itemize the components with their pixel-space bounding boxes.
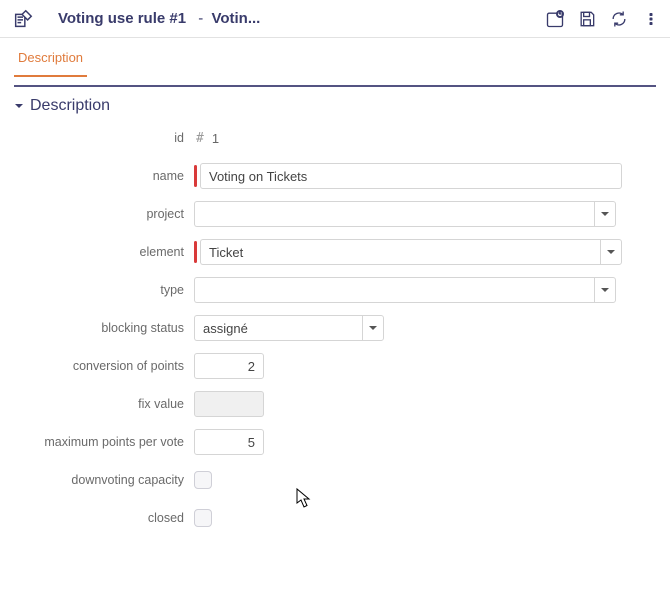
name-input[interactable] — [200, 163, 622, 189]
blocking-status-select[interactable] — [194, 315, 384, 341]
type-select-face[interactable] — [194, 277, 594, 303]
tab-strip: Description — [0, 38, 670, 77]
row-conversion-of-points: conversion of points — [14, 351, 656, 381]
title-main: Voting use rule #1 — [58, 10, 186, 27]
schedule-button[interactable] — [544, 8, 566, 30]
tab-description[interactable]: Description — [14, 50, 87, 77]
row-id: id # 1 — [14, 123, 656, 153]
label-id: id — [14, 131, 194, 145]
fix-value-input — [194, 391, 264, 417]
downvoting-capacity-checkbox[interactable] — [194, 471, 212, 489]
row-blocking-status: blocking status — [14, 313, 656, 343]
label-blocking-status: blocking status — [14, 321, 194, 335]
project-select-face[interactable] — [194, 201, 594, 227]
chevron-down-icon[interactable] — [594, 277, 616, 303]
label-closed: closed — [14, 511, 194, 525]
title-sub: Votin... — [211, 10, 260, 27]
label-name: name — [14, 169, 194, 183]
chevron-down-icon[interactable] — [362, 315, 384, 341]
maximum-points-per-vote-input[interactable] — [194, 429, 264, 455]
blocking-status-select-face[interactable] — [194, 315, 362, 341]
project-select[interactable] — [194, 201, 616, 227]
save-button[interactable] — [576, 8, 598, 30]
row-project: project — [14, 199, 656, 229]
section-title: Description — [30, 97, 110, 115]
chevron-down-icon[interactable] — [600, 239, 622, 265]
type-select[interactable] — [194, 277, 616, 303]
header-actions — [544, 8, 662, 30]
label-conversion-of-points: conversion of points — [14, 359, 194, 373]
label-downvoting-capacity: downvoting capacity — [14, 473, 194, 487]
label-type: type — [14, 283, 194, 297]
required-marker — [194, 165, 197, 187]
row-downvoting-capacity: downvoting capacity — [14, 465, 656, 495]
refresh-button[interactable] — [608, 8, 630, 30]
label-element: element — [14, 245, 194, 259]
row-fix-value: fix value — [14, 389, 656, 419]
form: id # 1 name project element — [14, 123, 656, 533]
row-name: name — [14, 161, 656, 191]
section-divider — [14, 85, 656, 87]
kebab-menu-button[interactable] — [640, 8, 662, 30]
label-maximum-points-per-vote: maximum points per vote — [14, 435, 194, 449]
label-project: project — [14, 207, 194, 221]
row-element: element — [14, 237, 656, 267]
chevron-down-icon[interactable] — [594, 201, 616, 227]
row-maximum-points-per-vote: maximum points per vote — [14, 427, 656, 457]
title-separator: - — [198, 10, 207, 27]
element-select-face[interactable] — [200, 239, 600, 265]
page-title: Voting use rule #1 - Votin... — [58, 10, 260, 27]
header-bar: Voting use rule #1 - Votin... — [0, 0, 670, 38]
required-marker — [194, 241, 197, 263]
hash-icon: # — [196, 131, 204, 146]
row-type: type — [14, 275, 656, 305]
row-closed: closed — [14, 503, 656, 533]
section-header[interactable]: Description — [14, 97, 656, 115]
element-select[interactable] — [200, 239, 622, 265]
closed-checkbox[interactable] — [194, 509, 212, 527]
label-fix-value: fix value — [14, 397, 194, 411]
caret-down-icon — [14, 101, 24, 111]
id-value: 1 — [212, 131, 219, 146]
conversion-of-points-input[interactable] — [194, 353, 264, 379]
edit-paper-icon — [12, 8, 34, 30]
